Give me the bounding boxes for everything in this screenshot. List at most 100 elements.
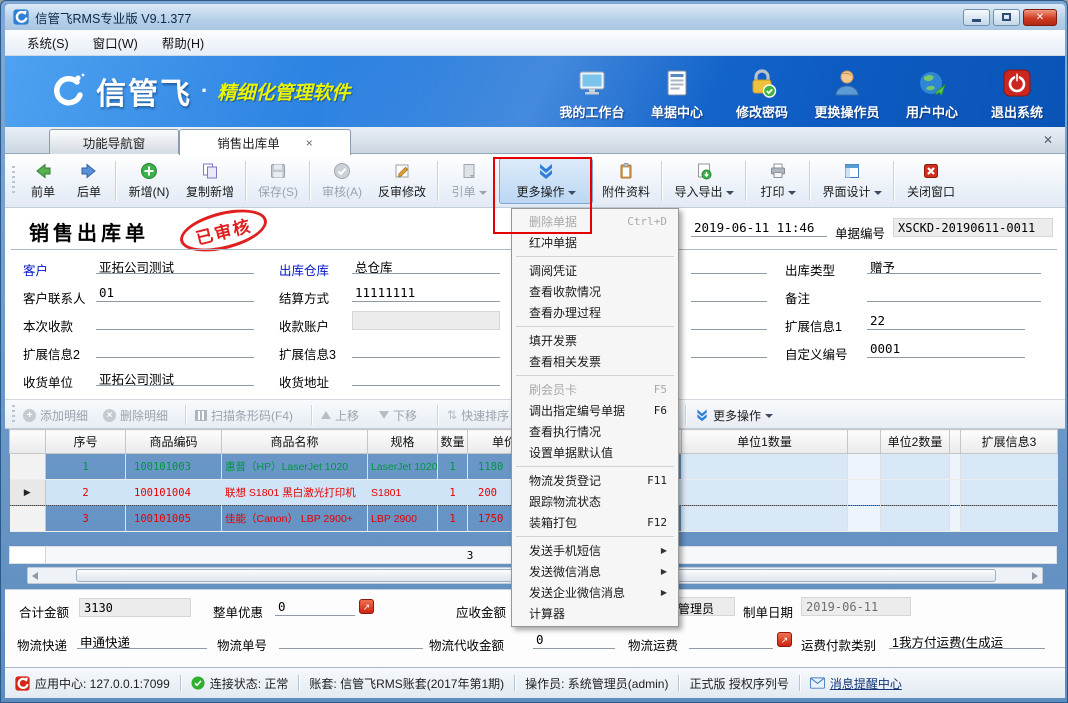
tab-label: 功能导航窗 <box>83 133 146 152</box>
freight-type-field[interactable]: 1我方付运费(生成运 <box>889 631 1045 649</box>
maximize-button[interactable] <box>993 9 1020 26</box>
col-name[interactable]: 商品名称 <box>222 430 368 454</box>
express-field[interactable]: 申通快递 <box>77 631 207 649</box>
title-bar[interactable]: 信管飞RMS专业版 V9.1.377 ✕ <box>5 4 1065 30</box>
add-detail-button[interactable]: +添加明细 <box>23 404 88 426</box>
unaudit-edit-button[interactable]: 反审修改 <box>371 158 433 204</box>
nav-exit-system[interactable]: 退出系统 <box>981 63 1053 121</box>
barcode-scan-button[interactable]: 扫描条形码(F4) <box>195 404 293 426</box>
nav-user-center[interactable]: 用户中心 <box>896 63 968 121</box>
menu-item-logistics-ship-register[interactable]: 物流发货登记F11 <box>513 470 677 491</box>
menu-item-send-wechat[interactable]: 发送微信消息▶ <box>513 561 677 582</box>
menu-item-load-order-by-number[interactable]: 调出指定编号单据F6 <box>513 400 677 421</box>
attachment-button[interactable]: 附件资料 <box>595 158 657 204</box>
hidden-field-stub[interactable] <box>691 256 767 274</box>
quick-sort-button[interactable]: ⇅快速排序 <box>447 404 521 426</box>
nav-document-center[interactable]: 单据中心 <box>641 63 713 121</box>
print-button[interactable]: 打印 <box>751 158 805 204</box>
ui-design-button[interactable]: 界面设计 <box>815 158 889 204</box>
col-seq[interactable]: 序号 <box>46 430 126 454</box>
menu-item-view-receipt-status[interactable]: 查看收款情况 <box>513 281 677 302</box>
grid-more-actions-button[interactable]: 更多操作 <box>695 404 773 426</box>
remove-detail-button[interactable]: ×删除明细 <box>103 404 168 426</box>
col-code[interactable]: 商品编码 <box>126 430 222 454</box>
tab-sales-outbound[interactable]: 销售出库单 × <box>179 129 351 155</box>
hidden-field-stub[interactable] <box>691 340 767 358</box>
prev-order-button[interactable]: 前单 <box>21 158 65 204</box>
scroll-right-button[interactable] <box>1029 570 1041 581</box>
next-order-button[interactable]: 后单 <box>67 158 111 204</box>
save-icon <box>269 162 287 180</box>
tab-function-nav[interactable]: 功能导航窗 <box>49 129 179 154</box>
date-field[interactable]: 2019-06-11 11:46 <box>691 219 827 237</box>
contact-field[interactable]: 01 <box>96 284 254 302</box>
menu-item-send-sms[interactable]: 发送手机短信▶ <box>513 540 677 561</box>
scroll-left-button[interactable] <box>29 570 41 581</box>
next-order-arrow-icon <box>80 162 98 180</box>
pull-order-button[interactable]: 引单 <box>443 158 495 204</box>
account-status: 账套: 信管飞RMS账套(2017年第1期) <box>309 675 504 692</box>
freight-field[interactable] <box>689 631 773 649</box>
close-window-button[interactable]: 关闭窗口 <box>899 158 963 204</box>
menu-item-delete-order[interactable]: 删除单据Ctrl+D <box>513 211 677 232</box>
col-ext3[interactable]: 扩展信息3 <box>961 430 1058 454</box>
nav-change-password[interactable]: 修改密码 <box>726 63 798 121</box>
menu-system[interactable]: 系统(S) <box>15 30 81 55</box>
menu-item-track-logistics[interactable]: 跟踪物流状态 <box>513 491 677 512</box>
save-button[interactable]: 保存(S) <box>251 158 305 204</box>
col-unit2-qty[interactable]: 单位2数量 <box>881 430 950 454</box>
message-center-link[interactable]: 消息提醒中心 <box>810 675 902 692</box>
nav-label: 我的工作台 <box>559 102 624 121</box>
tracking-field[interactable] <box>279 631 423 649</box>
custom-no-field[interactable]: 0001 <box>867 340 1025 358</box>
settlement-field[interactable]: 11111111 <box>352 284 500 302</box>
ext1-field[interactable]: 22 <box>867 312 1025 330</box>
more-actions-button[interactable]: 更多操作 <box>499 158 593 204</box>
receiver-field[interactable]: 亚拓公司测试 <box>96 368 254 386</box>
menu-item-view-related-invoices[interactable]: 查看相关发票 <box>513 351 677 372</box>
customer-field[interactable]: 亚拓公司测试 <box>96 256 254 274</box>
menu-item-view-voucher[interactable]: 调阅凭证 <box>513 260 677 281</box>
menu-item-calculator[interactable]: 计算器 <box>513 603 677 624</box>
col-unit1-qty[interactable]: 单位1数量 <box>682 430 848 454</box>
copy-new-button[interactable]: 复制新增 <box>179 158 241 204</box>
menu-item-set-order-defaults[interactable]: 设置单据默认值 <box>513 442 677 463</box>
menu-window[interactable]: 窗口(W) <box>81 30 150 55</box>
tabbar-close-icon[interactable]: ✕ <box>1043 133 1053 147</box>
print-icon <box>769 162 787 180</box>
warehouse-field[interactable]: 总仓库 <box>352 256 500 274</box>
menu-item-view-process[interactable]: 查看办理过程 <box>513 302 677 323</box>
menu-item-view-execution[interactable]: 查看执行情况 <box>513 421 677 442</box>
minimize-button[interactable] <box>963 9 990 26</box>
outbound-type-field[interactable]: 赠予 <box>867 256 1041 274</box>
col-qty[interactable]: 数量 <box>438 430 468 454</box>
add-new-button[interactable]: 新增(N) <box>121 158 177 204</box>
hidden-field-stub[interactable] <box>691 312 767 330</box>
menu-item-swipe-member-card[interactable]: 刷会员卡F5 <box>513 379 677 400</box>
move-up-button[interactable]: 上移 <box>321 404 359 426</box>
menu-item-packing[interactable]: 装箱打包F12 <box>513 512 677 533</box>
menu-help[interactable]: 帮助(H) <box>150 30 216 55</box>
nav-switch-operator[interactable]: 更换操作员 <box>811 63 883 121</box>
col-spec[interactable]: 规格 <box>368 430 438 454</box>
move-down-button[interactable]: 下移 <box>379 404 417 426</box>
address-field[interactable] <box>352 368 500 386</box>
discount-field[interactable]: 0 <box>275 598 355 616</box>
discount-action-icon[interactable]: ↗ <box>359 599 374 614</box>
ext2-field[interactable] <box>96 340 254 358</box>
hidden-field-stub[interactable] <box>691 284 767 302</box>
freight-action-icon[interactable]: ↗ <box>777 632 792 647</box>
remark-field[interactable] <box>867 284 1041 302</box>
cod-field[interactable]: 0 <box>533 631 615 649</box>
ext3-field[interactable] <box>352 340 500 358</box>
menu-item-issue-invoice[interactable]: 填开发票 <box>513 330 677 351</box>
tab-close-icon[interactable]: × <box>306 136 313 150</box>
import-export-button[interactable]: 导入导出 <box>667 158 741 204</box>
menu-item-red-reverse-order[interactable]: 红冲单据 <box>513 232 677 253</box>
close-button[interactable]: ✕ <box>1023 9 1057 26</box>
col-gap <box>950 430 961 454</box>
nav-my-workbench[interactable]: 我的工作台 <box>556 63 628 121</box>
audit-button[interactable]: 审核(A) <box>315 158 369 204</box>
current-receipt-field[interactable] <box>96 312 254 330</box>
menu-item-send-work-wechat[interactable]: 发送企业微信消息▶ <box>513 582 677 603</box>
